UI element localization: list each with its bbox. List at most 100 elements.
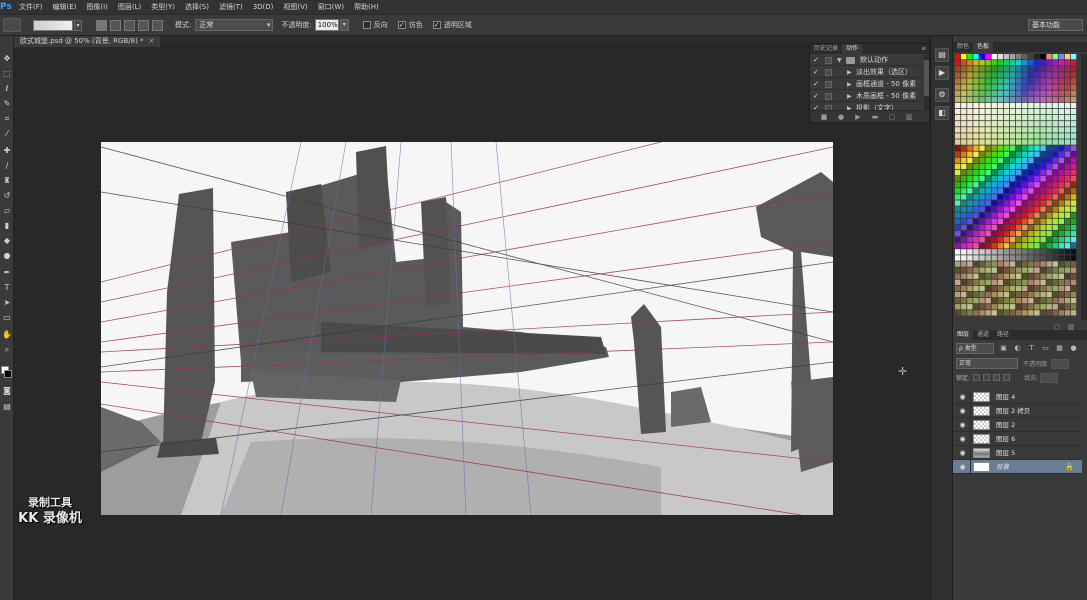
fill-input[interactable]: [1040, 372, 1059, 383]
swatch-cell[interactable]: [1058, 304, 1064, 310]
swatch-cell[interactable]: [985, 267, 991, 273]
dither-checkbox[interactable]: ✓: [397, 21, 406, 29]
swatch-cell[interactable]: [1040, 212, 1046, 218]
document-tab[interactable]: 欧式城堡.psd @ 50% (背景, RGB/8) * ×: [14, 36, 161, 47]
swatch-cell[interactable]: [1003, 115, 1010, 121]
swatch-cell[interactable]: [991, 188, 997, 194]
swatch-cell[interactable]: [1009, 182, 1016, 188]
swatch-cell[interactable]: [985, 200, 991, 206]
swatch-cell[interactable]: [985, 115, 991, 121]
swatch-cell[interactable]: [1016, 267, 1022, 273]
swatch-cell[interactable]: [1070, 310, 1077, 316]
swatch-cell[interactable]: [991, 66, 997, 72]
swatch-cell[interactable]: [1070, 90, 1077, 96]
swatch-cell[interactable]: [961, 310, 967, 316]
swatch-cell[interactable]: [955, 298, 961, 304]
swatch-cell[interactable]: [1040, 60, 1046, 66]
swatch-cell[interactable]: [1064, 255, 1071, 261]
swatch-cell[interactable]: [1040, 176, 1046, 182]
swatch-cell[interactable]: [1064, 304, 1071, 310]
swatch-cell[interactable]: [1016, 310, 1022, 316]
shape-filter-icon[interactable]: ▭: [1041, 344, 1050, 353]
swatch-cell[interactable]: [1070, 194, 1077, 200]
swatch-cell[interactable]: [1009, 169, 1016, 176]
swatch-cell[interactable]: [1046, 90, 1052, 96]
swatch-cell[interactable]: [997, 169, 1003, 176]
swatch-cell[interactable]: [1034, 54, 1040, 60]
swatch-cell[interactable]: [1016, 133, 1022, 139]
swatch-cell[interactable]: [1016, 285, 1022, 292]
swatch-cell[interactable]: [997, 218, 1003, 224]
swatch-cell[interactable]: [1028, 163, 1034, 170]
swatch-cell[interactable]: [973, 273, 979, 279]
swatch-cell[interactable]: [961, 273, 967, 279]
swatch-cell[interactable]: [1009, 139, 1016, 145]
swatch-cell[interactable]: [1016, 66, 1022, 72]
swatch-cell[interactable]: [1003, 273, 1010, 279]
swatch-cell[interactable]: [979, 127, 985, 133]
swatch-cell[interactable]: [1046, 255, 1052, 261]
swatch-cell[interactable]: [1040, 249, 1046, 255]
swatch-cell[interactable]: [1046, 102, 1052, 109]
swatch-cell[interactable]: [1040, 224, 1046, 231]
swatch-cell[interactable]: [967, 255, 973, 261]
swatch-cell[interactable]: [1022, 108, 1028, 115]
swatch-cell[interactable]: [973, 72, 979, 78]
swatch-cell[interactable]: [1064, 102, 1071, 109]
expand-triangle-icon[interactable]: ▶: [847, 67, 852, 78]
swatch-cell[interactable]: [979, 261, 985, 267]
layer-row[interactable]: ◉ 图层 4: [953, 390, 1082, 404]
swatch-cell[interactable]: [1016, 291, 1022, 298]
swatch-cell[interactable]: [1003, 127, 1010, 133]
swatch-cell[interactable]: [979, 151, 985, 157]
swatch-cell[interactable]: [1058, 291, 1064, 298]
menu-image[interactable]: 图像(I): [81, 0, 113, 14]
swatch-cell[interactable]: [1003, 151, 1010, 157]
layer-row[interactable]: ◉ 图层 6: [953, 432, 1082, 446]
swatch-cell[interactable]: [1003, 182, 1010, 188]
history-brush-tool-icon[interactable]: ↺: [2, 191, 12, 201]
swatch-cell[interactable]: [1040, 121, 1046, 127]
crop-tool-icon[interactable]: ⌗: [2, 114, 12, 124]
swatch-cell[interactable]: [1034, 145, 1040, 151]
dialog-toggle-icon[interactable]: [825, 81, 832, 88]
swatch-cell[interactable]: [1003, 243, 1010, 249]
swatch-cell[interactable]: [1003, 261, 1010, 267]
swatch-cell[interactable]: [967, 243, 973, 249]
swatch-cell[interactable]: [1070, 298, 1077, 304]
swatch-cell[interactable]: [955, 285, 961, 292]
swatch-cell[interactable]: [1052, 255, 1058, 261]
swatch-cell[interactable]: [1040, 261, 1046, 267]
swatch-cell[interactable]: [1064, 194, 1071, 200]
swatch-cell[interactable]: [1040, 102, 1046, 109]
swatch-cell[interactable]: [1052, 243, 1058, 249]
swatch-cell[interactable]: [1040, 72, 1046, 78]
swatch-cell[interactable]: [1046, 291, 1052, 298]
swatch-cell[interactable]: [1070, 108, 1077, 115]
swatch-cell[interactable]: [1058, 273, 1064, 279]
swatch-cell[interactable]: [961, 133, 967, 139]
swatch-cell[interactable]: [997, 279, 1003, 285]
swatch-cell[interactable]: [979, 102, 985, 109]
swatch-cell[interactable]: [1016, 60, 1022, 66]
swatch-cell[interactable]: [1052, 304, 1058, 310]
swatch-cell[interactable]: [979, 54, 985, 60]
swatch-cell[interactable]: [973, 108, 979, 115]
swatch-cell[interactable]: [991, 176, 997, 182]
swatch-cell[interactable]: [979, 121, 985, 127]
swatch-cell[interactable]: [1003, 96, 1010, 102]
swatch-cell[interactable]: [1058, 200, 1064, 206]
swatch-cell[interactable]: [979, 194, 985, 200]
swatch-cell[interactable]: [1003, 54, 1010, 60]
swatch-cell[interactable]: [1046, 96, 1052, 102]
swatch-cell[interactable]: [1022, 169, 1028, 176]
swatch-cell[interactable]: [991, 273, 997, 279]
swatch-cell[interactable]: [1022, 279, 1028, 285]
swatch-cell[interactable]: [1016, 279, 1022, 285]
swatch-cell[interactable]: [997, 261, 1003, 267]
swatch-cell[interactable]: [1052, 169, 1058, 176]
swatch-cell[interactable]: [1022, 115, 1028, 121]
swatch-cell[interactable]: [1009, 163, 1016, 170]
swatch-cell[interactable]: [997, 194, 1003, 200]
filter-toggle-icon[interactable]: ●: [1069, 344, 1078, 353]
